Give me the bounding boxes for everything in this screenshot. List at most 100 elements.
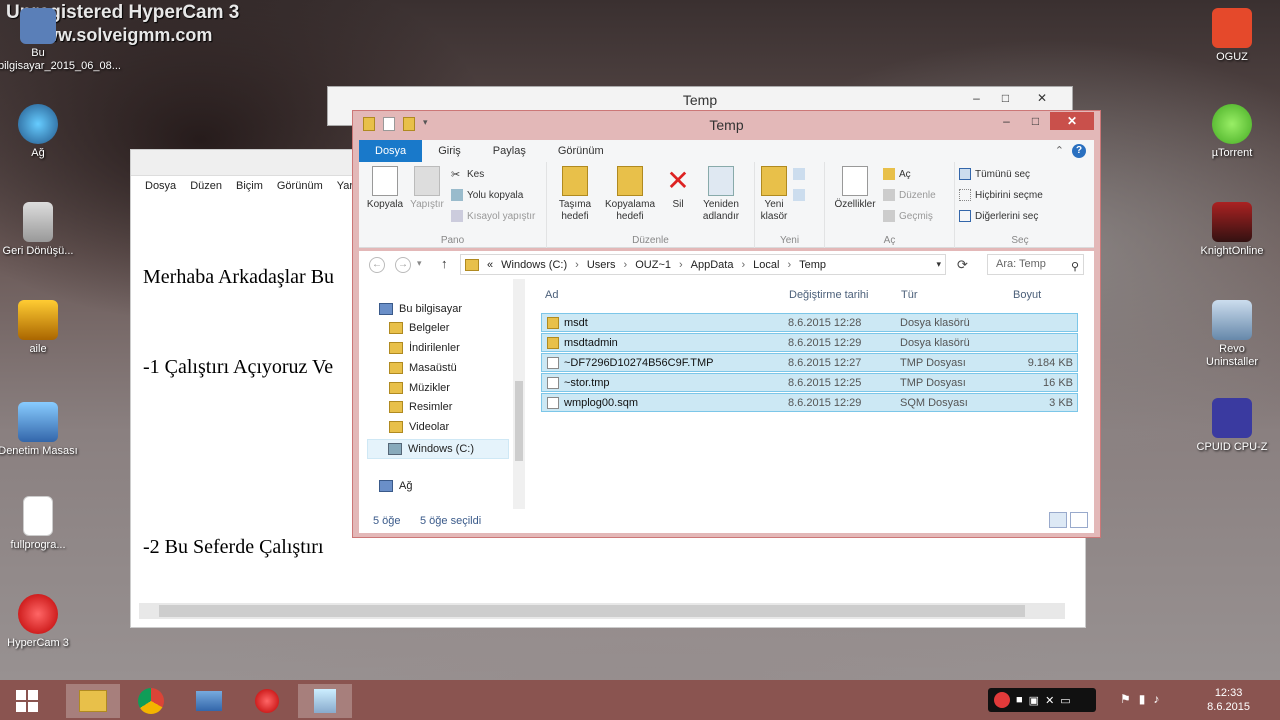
record-icon[interactable] (994, 692, 1010, 708)
select-none-button[interactable]: Hiçbirini seçme (959, 189, 1043, 201)
taskbar-app[interactable] (182, 684, 236, 718)
desktop-icon-hypercam[interactable]: HyperCam 3 (0, 594, 78, 650)
rename-button[interactable]: Yeniden adlandır (697, 166, 745, 223)
nav-scrollbar[interactable] (513, 279, 525, 509)
menu-view[interactable]: Görünüm (277, 180, 323, 192)
desktop-icon-recycle-bin[interactable]: Geri Dönüşü... (0, 202, 78, 258)
easy-access-button[interactable] (793, 189, 805, 201)
desktop-icon-revo[interactable]: Revo Uninstaller (1192, 300, 1272, 369)
taskbar-notepad[interactable] (298, 684, 352, 718)
column-header-type[interactable]: Tür (901, 289, 918, 301)
tab-view[interactable]: Görünüm (542, 140, 620, 162)
file-row[interactable]: msdtadmin 8.6.2015 12:29 Dosya klasörü (541, 333, 1078, 352)
desktop-icon-computer[interactable]: Bu bilgisayar_2015_06_08... (0, 8, 121, 73)
refresh-icon[interactable]: ⟳ (957, 257, 968, 273)
file-row[interactable]: ~DF7296D10274B56C9F.TMP 8.6.2015 12:27 T… (541, 353, 1078, 372)
nav-item-videos[interactable]: Videolar (389, 421, 449, 433)
desktop-icon-control-panel[interactable]: Denetim Masası (0, 402, 78, 458)
address-bar[interactable]: « Windows (C:) › Users › OUZ~1 › AppData › L… (460, 254, 946, 275)
address-overflow[interactable]: « (487, 259, 493, 271)
menu-file[interactable]: Dosya (145, 180, 176, 192)
back-button[interactable]: ← (369, 257, 385, 273)
scroll-thumb[interactable] (159, 605, 1025, 617)
tab-file[interactable]: Dosya (359, 140, 423, 162)
new-folder-button[interactable]: Yeni klasör (759, 166, 789, 223)
camera-icon[interactable]: ▣ (1029, 694, 1039, 707)
minimize-button[interactable]: – (962, 89, 991, 107)
desktop-icon-cpuz[interactable]: CPUID CPU-Z (1192, 398, 1272, 454)
menu-format[interactable]: Biçim (236, 180, 263, 192)
file-row[interactable]: wmplog00.sqm 8.6.2015 12:29 SQM Dosyası … (541, 393, 1078, 412)
nav-item-network[interactable]: Ağ (379, 480, 412, 492)
nav-item-downloads[interactable]: İndirilenler (389, 342, 460, 354)
breadcrumb-item[interactable]: Users (587, 259, 616, 271)
battery-icon[interactable]: ▮ (1139, 692, 1146, 706)
close-button[interactable]: ✕ (1050, 112, 1094, 130)
details-view-icon[interactable] (1049, 512, 1067, 528)
mute-icon[interactable]: ✕ (1045, 694, 1054, 707)
delete-button[interactable]: ✕ Sil (663, 166, 693, 211)
desktop-icon-oguz[interactable]: OGUZ (1192, 8, 1272, 64)
breadcrumb-item[interactable]: Local (753, 259, 779, 271)
invert-selection-button[interactable]: Diğerlerini seç (959, 210, 1038, 222)
notepad-text-area[interactable]: Merhaba Arkadaşlar Bu -1 Çalıştırı Açıyo… (143, 202, 334, 622)
taskbar-chrome[interactable] (124, 684, 178, 718)
desktop-icon-utorrent[interactable]: µTorrent (1192, 104, 1272, 160)
search-input[interactable]: Ara: Temp ⚲ (987, 254, 1084, 275)
forward-button[interactable]: → (395, 257, 411, 273)
desktop-icon-network[interactable]: Ağ (0, 104, 78, 160)
open-button[interactable]: Aç (883, 168, 911, 180)
pip-icon[interactable]: ▭ (1060, 694, 1070, 707)
history-button[interactable]: Geçmiş (883, 210, 933, 222)
flag-icon[interactable]: ⚑ (1120, 692, 1131, 706)
select-all-button[interactable]: Tümünü seç (959, 168, 1030, 180)
nav-item-music[interactable]: Müzikler (389, 382, 450, 394)
tab-share[interactable]: Paylaş (477, 140, 542, 162)
maximize-button[interactable]: □ (1021, 112, 1050, 130)
column-header-name[interactable]: Ad (545, 289, 558, 301)
minimize-button[interactable]: – (992, 112, 1021, 130)
properties-button[interactable]: Özellikler (831, 166, 879, 211)
paste-button[interactable]: Yapıştır (407, 166, 447, 211)
collapse-ribbon-icon[interactable]: ⌃ (1055, 144, 1064, 158)
nav-item-pictures[interactable]: Resimler (389, 401, 452, 413)
breadcrumb-item[interactable]: OUZ~1 (635, 259, 671, 271)
help-icon[interactable]: ? (1072, 144, 1086, 158)
desktop-icon-aile[interactable]: aile (0, 300, 78, 356)
menu-edit[interactable]: Düzen (190, 180, 222, 192)
start-button[interactable] (0, 684, 54, 718)
up-arrow-icon[interactable]: ↑ (441, 256, 448, 271)
large-icons-view-icon[interactable] (1070, 512, 1088, 528)
desktop-icon-knightonline[interactable]: KnightOnline (1192, 202, 1272, 258)
new-item-button[interactable] (793, 168, 805, 180)
maximize-button[interactable]: □ (991, 89, 1020, 107)
move-to-button[interactable]: Taşıma hedefi (553, 166, 597, 223)
tab-home[interactable]: Giriş (422, 140, 477, 162)
copy-button[interactable]: Kopyala (365, 166, 405, 211)
column-header-date[interactable]: Değiştirme tarihi (789, 289, 868, 301)
copy-path-button[interactable]: Yolu kopyala (451, 189, 523, 201)
nav-item-documents[interactable]: Belgeler (389, 322, 449, 334)
breadcrumb-item[interactable]: AppData (691, 259, 734, 271)
breadcrumb-item[interactable]: Temp (799, 259, 826, 271)
copy-to-button[interactable]: Kopyalama hedefi (601, 166, 659, 223)
nav-item-windows-c[interactable]: Windows (C:) (367, 439, 509, 459)
stop-icon[interactable]: ■ (1016, 694, 1023, 706)
clock[interactable]: 12:33 8.6.2015 (1207, 686, 1250, 714)
volume-icon[interactable]: ♪ (1153, 692, 1159, 706)
chevron-down-icon[interactable]: ▾ (936, 259, 941, 270)
taskbar-hypercam[interactable] (240, 684, 294, 718)
file-row[interactable]: msdt 8.6.2015 12:28 Dosya klasörü (541, 313, 1078, 332)
cut-button[interactable]: ✂ Kes (451, 168, 484, 182)
column-header-size[interactable]: Boyut (1013, 289, 1041, 301)
breadcrumb-item[interactable]: Windows (C:) (501, 259, 567, 271)
nav-item-desktop[interactable]: Masaüstü (389, 362, 457, 374)
horizontal-scrollbar[interactable] (139, 603, 1065, 619)
close-button[interactable]: ✕ (1020, 89, 1064, 107)
desktop-icon-torrent-file[interactable]: fullprogra... (0, 496, 78, 552)
file-row[interactable]: ~stor.tmp 8.6.2015 12:25 TMP Dosyası 16 … (541, 373, 1078, 392)
scroll-thumb[interactable] (515, 381, 523, 461)
recent-locations-icon[interactable]: ▾ (417, 258, 422, 269)
nav-item-this-pc[interactable]: Bu bilgisayar (379, 303, 462, 315)
paste-shortcut-button[interactable]: Kısayol yapıştır (451, 210, 535, 222)
